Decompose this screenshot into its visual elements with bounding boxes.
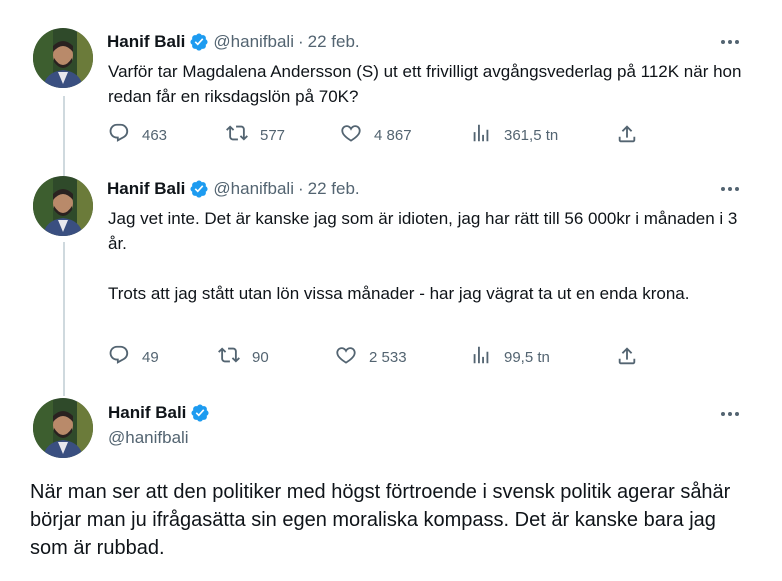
thread-line-1 — [63, 96, 65, 176]
like-button[interactable]: 4 867 — [340, 123, 412, 147]
reply-icon — [108, 344, 130, 370]
author-handle[interactable]: @hanifbali — [213, 31, 294, 53]
reply-button[interactable]: 49 — [108, 345, 159, 369]
share-icon — [616, 125, 638, 149]
author-handle[interactable]: @hanifbali — [213, 178, 294, 200]
avatar[interactable] — [33, 398, 93, 458]
author-name[interactable]: Hanif Bali — [108, 402, 186, 424]
reply-icon — [108, 122, 130, 148]
retweet-icon — [218, 344, 240, 370]
separator-dot: · — [298, 179, 304, 198]
heart-icon — [340, 122, 362, 148]
more-horizontal-icon[interactable] — [716, 179, 744, 199]
views-count: 99,5 tn — [504, 348, 550, 366]
tweet-text: Varför tar Magdalena Andersson (S) ut et… — [108, 62, 742, 106]
reply-button[interactable]: 463 — [108, 123, 167, 147]
reply-count: 49 — [142, 348, 159, 366]
separator-dot: · — [298, 32, 304, 51]
verified-badge-icon — [189, 32, 209, 52]
tweet-date[interactable]: 22 feb. — [308, 178, 360, 200]
share-button[interactable] — [616, 345, 638, 372]
main-tweet-text: När man ser att den politiker med högst … — [30, 481, 731, 559]
more-horizontal-icon[interactable] — [716, 32, 744, 52]
like-button[interactable]: 2 533 — [335, 345, 407, 369]
like-count: 4 867 — [374, 126, 412, 144]
author-name[interactable]: Hanif Bali — [107, 31, 185, 53]
author-name[interactable]: Hanif Bali — [107, 178, 185, 200]
share-button[interactable] — [616, 123, 638, 150]
views-button[interactable]: 361,5 tn — [470, 123, 558, 147]
like-count: 2 533 — [369, 348, 407, 366]
reply-count: 463 — [142, 126, 168, 144]
tweet-header: Hanif Bali @hanifbali · 22 feb. — [107, 178, 360, 200]
views-chart-icon — [470, 344, 492, 370]
tweet-actions: 463 577 4 867 361,5 tn — [108, 123, 648, 147]
retweet-icon — [226, 122, 248, 148]
views-chart-icon — [470, 122, 492, 148]
share-icon — [616, 347, 638, 371]
tweet-date[interactable]: 22 feb. — [308, 31, 360, 53]
more-horizontal-icon[interactable] — [716, 404, 744, 424]
verified-badge-icon — [189, 179, 209, 199]
avatar[interactable] — [33, 176, 93, 236]
retweet-count: 90 — [252, 348, 269, 366]
main-tweet-header: Hanif Bali — [108, 402, 210, 424]
thread-line-2 — [63, 242, 65, 396]
views-count: 361,5 tn — [504, 126, 559, 144]
author-handle[interactable]: @hanifbali — [108, 428, 189, 448]
retweet-button[interactable]: 90 — [218, 345, 269, 369]
avatar[interactable] — [33, 28, 93, 88]
views-button[interactable]: 99,5 tn — [470, 345, 550, 369]
retweet-button[interactable]: 577 — [226, 123, 285, 147]
tweet-text: Jag vet inte. Det är kanske jag som är i… — [108, 209, 738, 303]
tweet-header: Hanif Bali @hanifbali · 22 feb. — [107, 31, 360, 53]
tweet-actions: 49 90 2 533 99,5 tn — [108, 345, 648, 369]
retweet-count: 577 — [260, 126, 286, 144]
verified-badge-icon — [190, 403, 210, 423]
heart-icon — [335, 344, 357, 370]
